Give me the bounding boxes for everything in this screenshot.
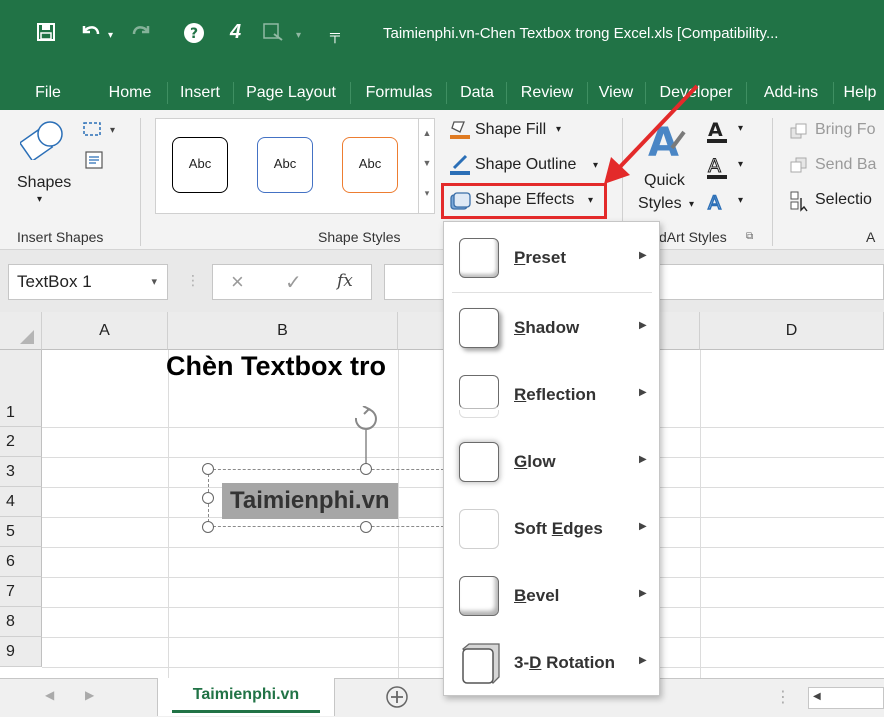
excel-window: ▾ ? 4 ▾ ╤ Taimienphi.vn-Chen Textbox tro… xyxy=(0,0,884,717)
annotation-arrow-icon xyxy=(604,84,699,184)
